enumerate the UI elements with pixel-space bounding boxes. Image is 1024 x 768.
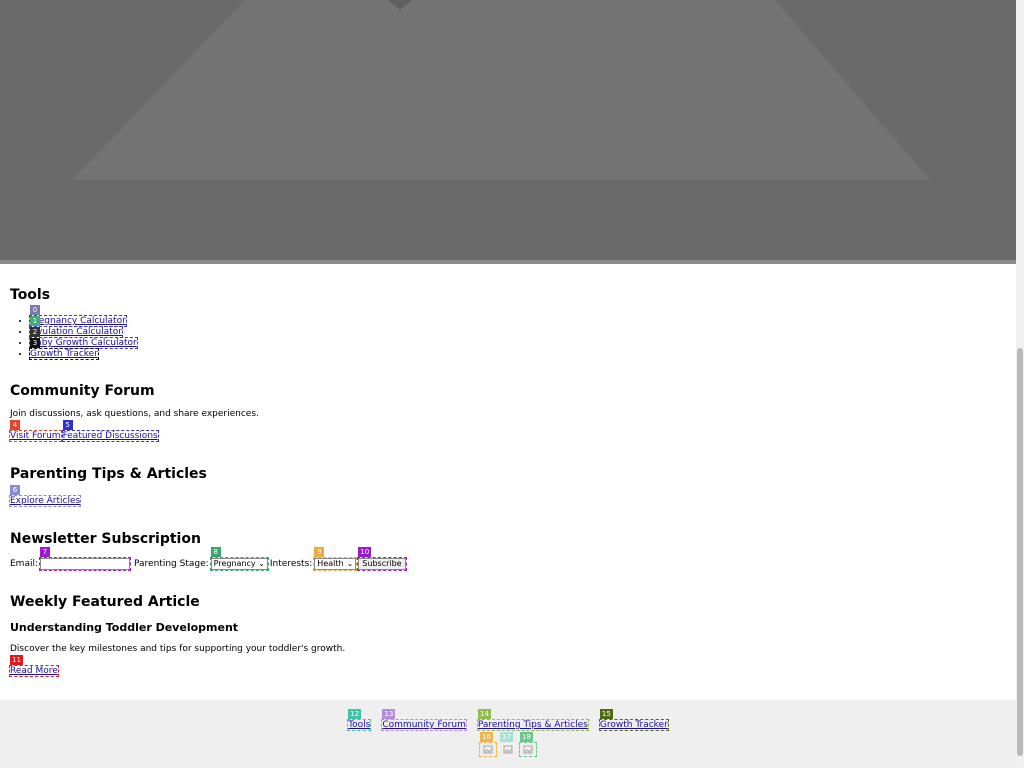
element-badge: 4: [10, 420, 20, 430]
tools-list-item: 0 Pregnancy Calculator: [29, 305, 1000, 327]
hero-image: [0, 0, 1016, 264]
link-label: Parenting Tips & Articles: [477, 720, 588, 730]
tools-list-item: 1 Ovulation Calculator: [29, 316, 1000, 338]
subscribe-button[interactable]: Subscribe: [358, 558, 406, 570]
element-badge: 12: [348, 709, 362, 719]
footer-tools-link[interactable]: 12 Tools: [347, 709, 372, 731]
footer-parenting-tips-link[interactable]: 14 Parenting Tips & Articles: [476, 709, 589, 731]
link-label: Read More: [10, 666, 58, 676]
link-label: Ovulation Calculator: [30, 327, 122, 337]
social-icon-1[interactable]: 16: [479, 732, 497, 757]
link-label: Featured Discussions: [62, 431, 158, 441]
tools-list-item: 3 Growth Tracker: [29, 338, 1000, 360]
interests-label: Interests:: [269, 559, 313, 569]
element-badge: 10: [358, 547, 372, 557]
interests-select[interactable]: Health ⌄: [314, 558, 357, 570]
explore-articles-link[interactable]: 6 Explore Articles: [8, 485, 82, 507]
element-badge: 17: [500, 732, 513, 742]
link-label: Visit Forum: [10, 431, 61, 441]
element-badge: 1: [30, 316, 40, 326]
chevron-down-icon: ⌄: [258, 559, 265, 568]
footer-growth-tracker-link[interactable]: 15 Growth Tracker: [598, 709, 669, 731]
link-label: Baby Growth Calculator: [30, 338, 137, 348]
element-badge: 2: [30, 327, 40, 337]
tools-list: 0 Pregnancy Calculator 1 Ovulation Calcu…: [10, 305, 1000, 360]
element-badge: 13: [382, 709, 396, 719]
footer-community-forum-link[interactable]: 13 Community Forum: [381, 709, 467, 731]
element-badge: 15: [599, 709, 613, 719]
email-field-wrapper: 7: [39, 547, 132, 571]
parenting-tips-heading: Parenting Tips & Articles: [10, 466, 207, 482]
pregnancy-calculator-link[interactable]: 0 Pregnancy Calculator: [29, 305, 127, 327]
featured-links: 11 Read More: [9, 655, 1000, 678]
link-label: Community Forum: [382, 720, 466, 730]
element-badge: 5: [62, 420, 73, 430]
scrollbar-thumb[interactable]: [1017, 348, 1023, 756]
baby-growth-calculator-link[interactable]: 2 Baby Growth Calculator: [29, 327, 138, 349]
tools-heading: Tools: [10, 287, 51, 303]
element-badge: 9: [314, 547, 325, 557]
visit-forum-link[interactable]: 4 Visit Forum: [9, 420, 62, 442]
ovulation-calculator-link[interactable]: 1 Ovulation Calculator: [29, 316, 123, 338]
subscribe-wrapper: 10 Subscribe: [357, 547, 407, 571]
element-badge: 8: [210, 547, 221, 557]
link-label: Growth Tracker: [30, 349, 98, 359]
chevron-down-icon: ⌄: [346, 559, 354, 568]
featured-article-title: Understanding Toddler Development: [10, 621, 239, 634]
tips-links: 6 Explore Articles: [8, 485, 1000, 508]
link-label: Tools: [348, 720, 371, 730]
tools-list-item: 2 Baby Growth Calculator: [29, 327, 1000, 349]
link-label: Growth Tracker: [599, 720, 668, 730]
parenting-stage-select[interactable]: Pregnancy ⌄: [210, 558, 268, 570]
footer: 12 Tools 13 Community Forum 14 Parenting…: [0, 700, 1016, 768]
vertical-scrollbar[interactable]: [1016, 0, 1024, 768]
read-more-link[interactable]: 11 Read More: [9, 655, 59, 677]
link-label: Explore Articles: [10, 496, 81, 506]
hero-image-placeholder-icon: [72, 0, 930, 180]
link-label: Pregnancy Calculator: [30, 316, 126, 326]
element-badge: 11: [10, 655, 23, 665]
footer-social-icons: 16 17 18: [479, 732, 537, 757]
element-badge: 18: [520, 732, 533, 742]
parenting-stage-label: Parenting Stage:: [134, 559, 209, 569]
community-forum-heading: Community Forum: [10, 383, 155, 399]
image-placeholder-icon: [483, 745, 493, 754]
footer-links: 12 Tools 13 Community Forum 14 Parenting…: [0, 709, 1016, 731]
element-badge: 16: [480, 732, 493, 742]
image-placeholder-icon: [503, 745, 513, 754]
select-value: Pregnancy: [213, 559, 256, 568]
email-label: Email:: [10, 559, 39, 569]
forum-links: 4 Visit Forum 5 Featured Discussions: [9, 420, 1000, 443]
growth-tracker-link[interactable]: 3 Growth Tracker: [29, 338, 99, 360]
element-badge: 7: [40, 547, 51, 557]
element-badge: 3: [30, 338, 40, 348]
social-icon-2[interactable]: 17: [500, 732, 516, 756]
select-value: Health: [317, 559, 344, 568]
weekly-featured-heading: Weekly Featured Article: [10, 594, 200, 610]
featured-article-description: Discover the key milestones and tips for…: [10, 644, 346, 654]
element-badge: 0: [30, 305, 40, 315]
newsletter-form: Email: 7 Parenting Stage: 8 Pregnancy ⌄ …: [10, 547, 1000, 571]
newsletter-heading: Newsletter Subscription: [10, 531, 201, 547]
image-placeholder-icon: [523, 745, 533, 754]
main-content: Tools 0 Pregnancy Calculator 1 Ovulation…: [8, 274, 1000, 678]
email-field[interactable]: [40, 558, 131, 570]
interests-wrapper: 9 Health ⌄: [313, 547, 358, 571]
element-badge: 14: [477, 709, 491, 719]
element-badge: 6: [10, 485, 20, 495]
hero-bottom-edge: [0, 260, 1016, 264]
social-icon-3[interactable]: 18: [519, 732, 537, 757]
forum-description: Join discussions, ask questions, and sha…: [10, 409, 259, 419]
parenting-stage-wrapper: 8 Pregnancy ⌄: [209, 547, 269, 571]
featured-discussions-link[interactable]: 5 Featured Discussions: [61, 420, 159, 442]
